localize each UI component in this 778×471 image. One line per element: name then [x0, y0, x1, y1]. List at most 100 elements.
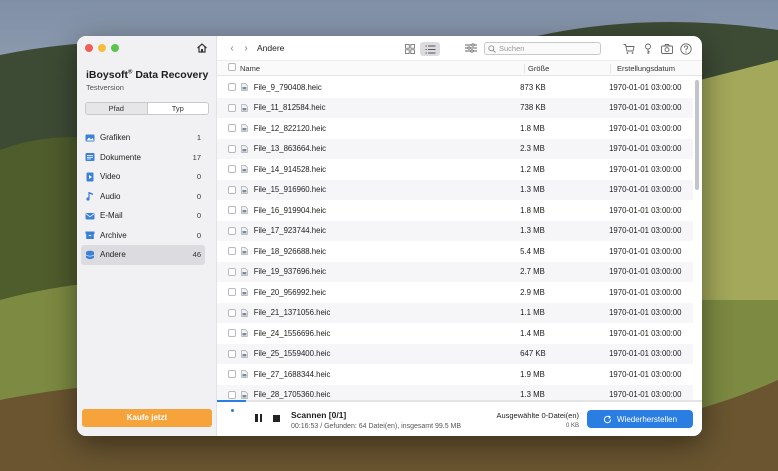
row-checkbox[interactable] [228, 165, 236, 174]
search-box [484, 42, 601, 55]
table-row[interactable]: File_21_1371056.heic 1.1 MB 1970-01-01 03:… [217, 302, 693, 323]
app-version: Testversion [86, 83, 124, 92]
scan-title: Scannen [0/1] [291, 410, 347, 420]
app-title: iBoysoft® Data Recovery [86, 69, 209, 81]
scan-summary: 00:16:53 / Gefunden: 64 Datei(en), insge… [291, 423, 462, 430]
sidebar-item-video[interactable]: Video 0 [81, 167, 205, 187]
row-checkbox[interactable] [228, 247, 236, 256]
table-row[interactable]: File_9_790408.heic 873 KB 1970-01-01 03:00… [217, 77, 693, 98]
row-checkbox[interactable] [228, 226, 236, 235]
file-name: File_16_919904.heic [253, 205, 327, 215]
stop-scan-button[interactable] [273, 415, 280, 422]
row-checkbox[interactable] [228, 370, 236, 379]
file-name: File_14_914528.heic [253, 164, 327, 174]
sidebar-item-audio[interactable]: Audio 0 [81, 187, 205, 207]
category-count: 0 [196, 191, 201, 201]
forward-arrow-icon[interactable]: › [239, 43, 253, 54]
cart-icon[interactable] [623, 42, 635, 54]
table-row[interactable]: File_28_1705360.heic 1.3 MB 1970-01-01 03:… [217, 384, 693, 400]
scrollbar[interactable] [695, 80, 699, 190]
table-row[interactable]: File_19_937696.heic 2.7 MB 1970-01-01 03:0… [217, 261, 693, 282]
file-date: 1970-01-01 03:00:00 [609, 144, 682, 154]
filter-sliders-icon[interactable] [465, 43, 477, 53]
tab-typ[interactable]: Typ [146, 103, 208, 114]
column-header-date[interactable]: Erstellungsdatum [610, 63, 702, 73]
row-checkbox[interactable] [228, 329, 236, 338]
table-row[interactable]: File_14_914528.heic 1.2 MB 1970-01-01 03:0… [217, 159, 693, 180]
sidebar-item-email[interactable]: E-Mail 0 [81, 206, 205, 226]
table-row[interactable]: File_12_822120.heic 1.8 MB 1970-01-01 03:0… [217, 118, 693, 139]
file-date: 1970-01-01 03:00:00 [609, 82, 682, 92]
file-name: File_9_790408.heic [253, 82, 322, 92]
restore-button[interactable]: Wiederherstellen [587, 410, 693, 428]
category-count: 1 [196, 133, 201, 143]
zoom-window-button[interactable] [111, 44, 119, 52]
help-icon[interactable] [680, 42, 692, 55]
row-checkbox[interactable] [228, 288, 236, 297]
file-name: File_28_1705360.heic [253, 390, 331, 400]
category-count: 0 [196, 172, 201, 182]
file-icon [241, 329, 248, 337]
grid-view-button[interactable] [400, 42, 420, 56]
view-mode-segmented-control: Pfad Typ [85, 102, 209, 115]
file-size: 738 KB [520, 103, 546, 113]
camera-icon[interactable] [661, 42, 673, 54]
file-size: 2.7 MB [520, 267, 545, 277]
home-icon[interactable] [196, 42, 208, 54]
table-row[interactable]: File_11_812584.heic 738 KB 1970-01-01 03:0… [217, 97, 693, 118]
row-checkbox[interactable] [228, 124, 236, 133]
table-row[interactable]: File_15_916960.heic 1.3 MB 1970-01-01 03:0… [217, 179, 693, 200]
file-date: 1970-01-01 03:00:00 [609, 185, 682, 195]
file-name: File_17_923744.heic [253, 226, 327, 236]
table-header: Name Größe Erstellungsdatum [217, 61, 702, 76]
key-icon[interactable] [642, 42, 654, 54]
sidebar-item-grafiken[interactable]: Grafiken 1 [81, 128, 205, 148]
tab-pfad[interactable]: Pfad [86, 103, 147, 114]
table-row[interactable]: File_17_923744.heic 1.3 MB 1970-01-01 03:0… [217, 220, 693, 241]
sidebar-item-andere[interactable]: Andere 46 [81, 245, 205, 265]
row-checkbox[interactable] [228, 103, 236, 112]
table-row[interactable]: File_25_1559400.heic 647 KB 1970-01-01 03:… [217, 343, 693, 364]
category-label: Dokumente [100, 152, 141, 162]
table-row[interactable]: File_24_1556696.heic 1.4 MB 1970-01-01 03:… [217, 323, 693, 344]
select-all-checkbox[interactable] [228, 63, 236, 71]
file-date: 1970-01-01 03:00:00 [609, 308, 682, 318]
row-checkbox[interactable] [228, 390, 236, 399]
back-arrow-icon[interactable]: ‹ [225, 43, 239, 54]
row-checkbox[interactable] [228, 185, 236, 194]
list-view-button[interactable] [420, 42, 440, 56]
column-header-name[interactable]: Name [240, 64, 524, 73]
file-date: 1970-01-01 03:00:00 [609, 123, 682, 133]
table-row[interactable]: File_27_1688344.heic 1.9 MB 1970-01-01 03:… [217, 364, 693, 385]
row-checkbox[interactable] [228, 349, 236, 358]
buy-now-button[interactable]: Kaufe jetzt [82, 409, 212, 427]
file-size: 647 KB [520, 349, 546, 359]
table-row[interactable]: File_13_863664.heic 2.3 MB 1970-01-01 03:0… [217, 138, 693, 159]
breadcrumb: Andere [257, 43, 285, 53]
row-checkbox[interactable] [228, 206, 236, 215]
minimize-window-button[interactable] [98, 44, 106, 52]
file-date: 1970-01-01 03:00:00 [609, 103, 682, 113]
column-header-size[interactable]: Größe [524, 63, 610, 73]
pause-scan-button[interactable] [255, 414, 264, 424]
close-window-button[interactable] [85, 44, 93, 52]
row-checkbox[interactable] [228, 144, 236, 153]
sidebar-item-dokumente[interactable]: Dokumente 17 [81, 148, 205, 168]
category-label: Grafiken [100, 133, 131, 143]
search-input[interactable] [499, 44, 599, 53]
row-checkbox[interactable] [228, 308, 236, 317]
toolbar: ‹ › Andere [217, 36, 702, 61]
file-date: 1970-01-01 03:00:00 [609, 164, 682, 174]
table-row[interactable]: File_18_926688.heic 5.4 MB 1970-01-01 03:0… [217, 241, 693, 262]
video-icon [86, 172, 94, 182]
file-name: File_24_1556696.heic [253, 328, 331, 338]
file-icon [241, 268, 248, 276]
file-icon [241, 370, 248, 378]
sidebar-item-archive[interactable]: Archive 0 [81, 226, 205, 246]
file-icon [241, 145, 248, 153]
row-checkbox[interactable] [228, 83, 236, 92]
category-count: 46 [192, 250, 201, 260]
table-row[interactable]: File_16_919904.heic 1.8 MB 1970-01-01 03:0… [217, 200, 693, 221]
table-row[interactable]: File_20_956992.heic 2.9 MB 1970-01-01 03:0… [217, 282, 693, 303]
row-checkbox[interactable] [228, 267, 236, 276]
